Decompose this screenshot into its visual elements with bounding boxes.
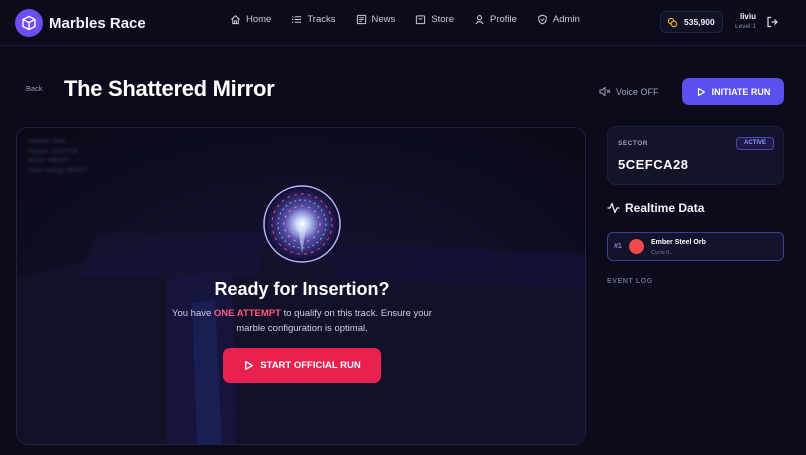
- leaderboard-row[interactable]: #1 Ember Steel Orb Cycle 0...: [607, 232, 784, 261]
- nav-label: Store: [431, 14, 454, 25]
- user-menu[interactable]: liviu Level 1: [733, 12, 756, 30]
- status-badge: ACTIVE: [736, 137, 774, 150]
- attempt-highlight: ONE ATTEMPT: [213, 308, 281, 319]
- play-icon: [245, 360, 254, 371]
- sector-card: SECTOR 5CEFCA28 ACTIVE: [607, 126, 784, 185]
- nav-item-tracks[interactable]: Tracks: [291, 14, 336, 25]
- start-label: START OFFICIAL RUN: [260, 360, 361, 371]
- page-title: The Shattered Mirror: [64, 76, 275, 101]
- marble-cycle: Cycle 0...: [651, 250, 674, 256]
- store-icon: [416, 15, 426, 25]
- rank: #1: [614, 243, 622, 250]
- nav-label: News: [371, 14, 396, 25]
- nav-label: Tracks: [307, 14, 336, 25]
- start-official-run-button[interactable]: START OFFICIAL RUN: [223, 348, 381, 383]
- marble-color-swatch: [629, 239, 644, 254]
- nav-item-admin[interactable]: Admin: [537, 14, 580, 25]
- list-icon: [292, 16, 302, 23]
- game-stats-overlay: Position: WAIT Players: 1/ACTIVE Sector:…: [28, 138, 87, 176]
- event-log-heading: EVENT LOG: [607, 278, 653, 285]
- ready-description: You have ONE ATTEMPT to qualify on this …: [157, 307, 447, 336]
- activity-icon: [607, 202, 620, 214]
- user-icon: [475, 15, 484, 25]
- stat-line: Track Energy: READY: [28, 167, 88, 174]
- play-icon: [697, 87, 705, 96]
- voice-label: Voice OFF: [616, 86, 659, 97]
- top-navigation-bar: Marbles Race Home Tracks News Store Prof…: [0, 0, 806, 46]
- newspaper-icon: [356, 14, 366, 25]
- nav-item-profile[interactable]: Profile: [474, 14, 517, 25]
- realtime-data-heading: Realtime Data: [607, 201, 704, 215]
- voice-toggle[interactable]: Voice OFF: [599, 86, 659, 97]
- initiate-label: INITIATE RUN: [711, 86, 771, 97]
- track-portal-image: [263, 185, 341, 263]
- app-name: Marbles Race: [49, 14, 146, 32]
- sector-code: 5CEFCA28: [618, 157, 689, 172]
- brand[interactable]: Marbles Race: [15, 9, 146, 37]
- coins-icon: [667, 17, 678, 27]
- home-icon: [231, 15, 240, 25]
- marble-name: Ember Steel Orb: [651, 239, 706, 246]
- initiate-run-button[interactable]: INITIATE RUN: [682, 78, 784, 105]
- username: liviu: [739, 12, 756, 21]
- back-link[interactable]: Back: [26, 84, 43, 93]
- realtime-title: Realtime Data: [625, 201, 705, 215]
- game-viewport[interactable]: Position: WAIT Players: 1/ACTIVE Sector:…: [16, 127, 586, 445]
- nav-label: Profile: [489, 14, 517, 25]
- user-level: Level 1: [735, 23, 756, 30]
- nav-item-news[interactable]: News: [356, 14, 396, 25]
- logout-button[interactable]: [766, 15, 778, 33]
- ready-desc-prefix: You have: [172, 308, 214, 319]
- sector-label: SECTOR: [618, 140, 648, 147]
- cube-logo-icon: [15, 9, 43, 37]
- nav-label: Home: [246, 14, 272, 25]
- stat-line: Sector: READY: [28, 158, 70, 164]
- ready-title: Ready for Insertion?: [214, 279, 390, 299]
- logout-icon: [767, 16, 778, 28]
- nav-label: Admin: [552, 14, 580, 25]
- main-nav: Home Tracks News Store Profile Admin: [230, 14, 600, 25]
- stat-line: Players: 1/ACTIVE: [28, 148, 79, 155]
- coin-balance[interactable]: 535,900: [660, 11, 723, 33]
- nav-item-home[interactable]: Home: [230, 14, 271, 25]
- shield-icon: [538, 14, 547, 25]
- balance-amount: 535,900: [684, 17, 715, 27]
- speaker-muted-icon: [599, 86, 611, 97]
- stat-line: Position: WAIT: [28, 139, 68, 145]
- nav-item-store[interactable]: Store: [415, 14, 454, 25]
